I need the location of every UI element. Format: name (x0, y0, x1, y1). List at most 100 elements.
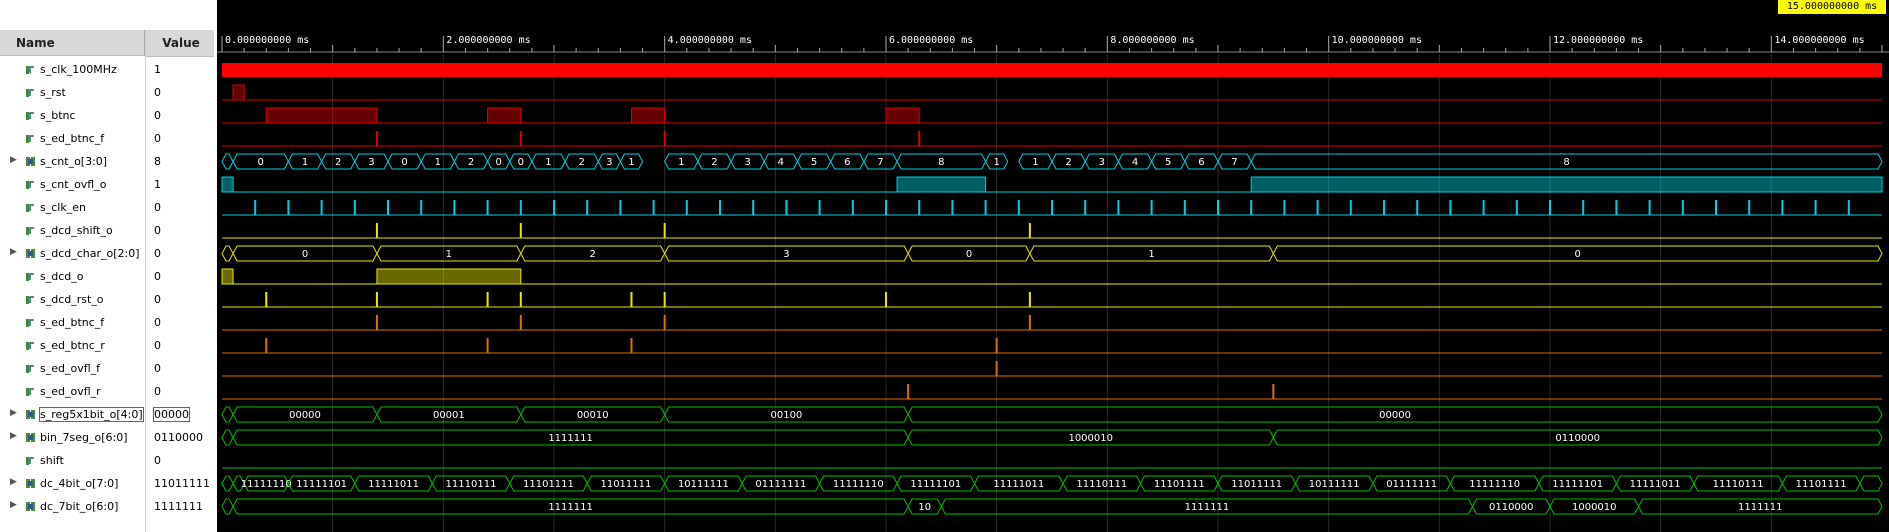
bus-segment-label: 00100 (770, 410, 802, 421)
bus-segment-label: 11110111 (1713, 479, 1764, 490)
signal-list-panel: Name Value s_clk_100MHz 1 s_rst 0 s_btnc 0 s_e… (0, 0, 216, 532)
signal-row[interactable]: ▶ s_cnt_o[3:0] 8 (0, 150, 216, 173)
signal-value: 0110000 (154, 431, 203, 444)
signal-value: 0 (154, 362, 161, 375)
signal-row[interactable]: ▶ dc_4bit_o[7:0] 11011111 (0, 472, 216, 495)
signal-row[interactable]: s_ed_btnc_f 0 (0, 127, 216, 150)
expand-arrow-icon[interactable]: ▶ (10, 155, 17, 165)
bus-segment-label: 0 (302, 249, 308, 260)
bus-segment-label: 2 (1065, 157, 1071, 168)
bus-segment-label: 11111011 (368, 479, 419, 490)
signal-row[interactable]: ▶ s_reg5x1bit_o[4:0] 00000 (0, 403, 216, 426)
signal-value: 0 (154, 109, 161, 122)
bit-signal-icon (26, 179, 36, 190)
signal-row[interactable]: s_dcd_rst_o 0 (0, 288, 216, 311)
signal-value: 0 (154, 316, 161, 329)
signal-row[interactable]: shift 0 (0, 449, 216, 472)
signal-name: s_dcd_char_o[2:0] (40, 247, 140, 260)
signal-row[interactable]: s_ed_btnc_r 0 (0, 334, 216, 357)
signal-value: 8 (154, 155, 161, 168)
ruler-label: 2.000000000 ms (446, 35, 530, 46)
expand-arrow-icon[interactable]: ▶ (10, 477, 17, 487)
signal-value: 0 (154, 224, 161, 237)
bit-high-pulse (487, 107, 522, 124)
bus-segment-label: 0110000 (1489, 502, 1534, 513)
bus-segment-label: 0110000 (1555, 433, 1600, 444)
bus-segment-label: 7 (1231, 157, 1237, 168)
signal-row[interactable]: ▶ s_dcd_char_o[2:0] 0 (0, 242, 216, 265)
bus-segment-label: 11111101 (296, 479, 347, 490)
bus-segment-label: 5 (811, 157, 817, 168)
signal-name: shift (40, 454, 64, 467)
bus-segment-label: 0 (1574, 249, 1580, 260)
bit-high-pulse (376, 268, 522, 285)
bus-segment-label: 0 (495, 157, 501, 168)
signal-value: 0 (154, 385, 161, 398)
signal-row[interactable]: s_btnc 0 (0, 104, 216, 127)
expand-arrow-icon[interactable]: ▶ (10, 247, 17, 257)
bus-segment-label: 0 (401, 157, 407, 168)
bit-signal-icon (26, 110, 36, 121)
bus-signal-icon (26, 156, 36, 167)
bit-signal-icon (26, 271, 36, 282)
expand-arrow-icon[interactable]: ▶ (10, 500, 17, 510)
bus-segment-label: 2 (468, 157, 474, 168)
bus-segment-label: 1111111 (548, 502, 593, 513)
signal-value: 0 (154, 201, 161, 214)
bus-segment-label: 3 (606, 157, 612, 168)
signal-name: s_cnt_o[3:0] (40, 155, 108, 168)
value-column-header[interactable]: Value (146, 30, 216, 57)
bus-segment-label: 10111111 (678, 479, 729, 490)
bus-signal-icon (26, 409, 36, 420)
time-cursor-label[interactable]: 15.000000000 ms (1778, 0, 1886, 14)
ruler-label: 6.000000000 ms (889, 35, 973, 46)
bus-segment-label: 11011111 (600, 479, 651, 490)
signal-row[interactable]: ▶ bin_7seg_o[6:0] 0110000 (0, 426, 216, 449)
signal-name: s_dcd_shift_o (40, 224, 113, 237)
signal-row[interactable]: s_dcd_o 0 (0, 265, 216, 288)
signal-row[interactable]: ▶ dc_7bit_o[6:0] 1111111 (0, 495, 216, 518)
ruler-label: 4.000000000 ms (668, 35, 752, 46)
signal-name: s_btnc (40, 109, 76, 122)
bus-segment-label: 11111011 (1630, 479, 1681, 490)
bus-segment-label: 10111111 (1309, 479, 1360, 490)
signal-row[interactable]: s_rst 0 (0, 81, 216, 104)
signal-row[interactable]: s_ed_ovfl_r 0 (0, 380, 216, 403)
bus-segment-label: 11101111 (523, 479, 574, 490)
bus-segment-label: 4 (778, 157, 784, 168)
bit-signal-icon (26, 225, 36, 236)
signal-row[interactable]: s_ed_btnc_f 0 (0, 311, 216, 334)
signal-row[interactable]: s_clk_en 0 (0, 196, 216, 219)
bit-signal-icon (26, 87, 36, 98)
bus-segment-label: 11111110 (1469, 479, 1520, 490)
signal-row[interactable]: s_dcd_shift_o 0 (0, 219, 216, 242)
bus-segment-label: 0 (518, 157, 524, 168)
signal-row[interactable]: s_ed_ovfl_f 0 (0, 357, 216, 380)
signal-name: s_dcd_o (40, 270, 84, 283)
signal-name: dc_7bit_o[6:0] (40, 500, 119, 513)
bit-signal-icon (26, 363, 36, 374)
expand-arrow-icon[interactable]: ▶ (10, 431, 17, 441)
bus-signal-icon (26, 432, 36, 443)
bus-segment-label: 11111110 (241, 479, 292, 490)
bus-segment-label: 1 (1032, 157, 1038, 168)
signal-value: 11011111 (154, 477, 210, 490)
bus-segment-label: 11011111 (1231, 479, 1282, 490)
bus-segment (221, 429, 234, 446)
bus-segment-label: 1 (545, 157, 551, 168)
bit-high-pulse (630, 107, 666, 124)
signal-row[interactable]: s_cnt_ovfl_o 1 (0, 173, 216, 196)
bus-segment (221, 153, 234, 170)
bus-segment-label: 11111101 (1552, 479, 1603, 490)
signal-row[interactable]: s_clk_100MHz 1 (0, 58, 216, 81)
name-column-header[interactable]: Name (0, 30, 145, 56)
bus-segment-label: 0 (966, 249, 972, 260)
bit-signal-icon (26, 386, 36, 397)
bit-high-pulse (1250, 176, 1883, 193)
clock-waveform (222, 63, 1882, 77)
bus-segment-label: 1000010 (1572, 502, 1617, 513)
waveform-canvas[interactable]: 0.000000000 ms 2.000000000 ms 4.000000000 … (217, 0, 1889, 532)
bus-segment-label: 8 (938, 157, 944, 168)
expand-arrow-icon[interactable]: ▶ (10, 408, 17, 418)
bus-segment-label: 1111111 (1738, 502, 1783, 513)
